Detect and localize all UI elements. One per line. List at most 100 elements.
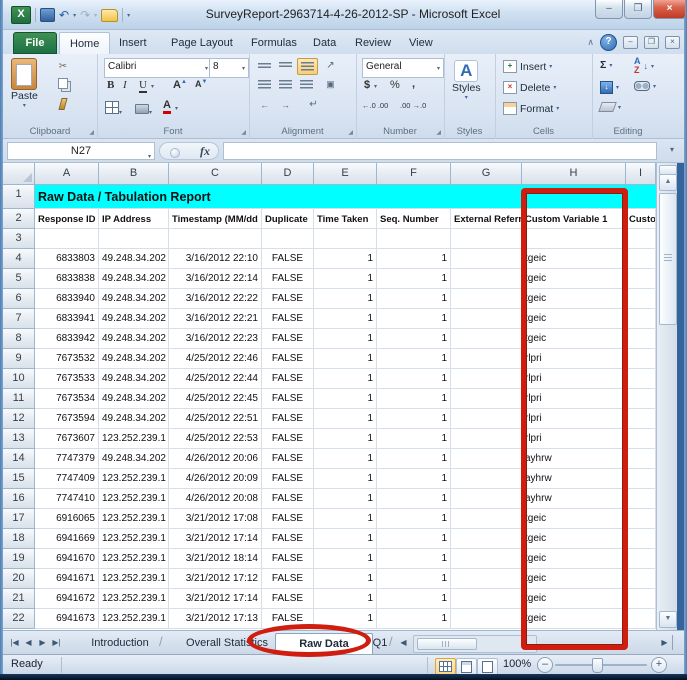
- cell-C13[interactable]: 4/25/2012 22:53: [169, 429, 262, 449]
- cell-G12[interactable]: [451, 409, 522, 429]
- row-header-22[interactable]: 22: [3, 609, 35, 629]
- workbook-restore-icon[interactable]: ❐: [644, 36, 659, 49]
- cell-E20[interactable]: 1: [314, 569, 377, 589]
- header-cell-I[interactable]: Custom V: [626, 209, 656, 229]
- tab-split-handle[interactable]: [672, 635, 681, 650]
- cell-F7[interactable]: 1: [377, 309, 451, 329]
- cell-C21[interactable]: 3/21/2012 17:14: [169, 589, 262, 609]
- cell-I16[interactable]: [626, 489, 656, 509]
- styles-button[interactable]: A Styles ▾: [452, 60, 481, 101]
- cell-G9[interactable]: [451, 349, 522, 369]
- cell-B20[interactable]: 123.252.239.1: [99, 569, 169, 589]
- row-header-20[interactable]: 20: [3, 569, 35, 589]
- header-cell-A[interactable]: Response ID: [35, 209, 99, 229]
- title-bar[interactable]: X ↶▾ ↷▾ ▾ SurveyReport-2963714-4-26-2012…: [3, 0, 684, 30]
- cell-C11[interactable]: 4/25/2012 22:45: [169, 389, 262, 409]
- format-painter-icon[interactable]: [55, 98, 71, 112]
- cell-B22[interactable]: 123.252.239.1: [99, 609, 169, 629]
- close-button[interactable]: ×: [653, 0, 686, 19]
- cell-E14[interactable]: 1: [314, 449, 377, 469]
- row-header-16[interactable]: 16: [3, 489, 35, 509]
- cell-H8[interactable]: tgeic: [522, 329, 626, 349]
- percent-icon[interactable]: %: [390, 79, 400, 91]
- horizontal-scroll-thumb[interactable]: [417, 638, 477, 650]
- cell-G17[interactable]: [451, 509, 522, 529]
- cell-C8[interactable]: 3/16/2012 22:23: [169, 329, 262, 349]
- align-top-icon[interactable]: [255, 58, 274, 73]
- cell-D17[interactable]: FALSE: [262, 509, 314, 529]
- cell-F21[interactable]: 1: [377, 589, 451, 609]
- cell-C3[interactable]: [169, 229, 262, 249]
- cell-E19[interactable]: 1: [314, 549, 377, 569]
- minimize-ribbon-icon[interactable]: ∧: [587, 37, 594, 48]
- align-middle-icon[interactable]: [276, 58, 295, 73]
- cell-C20[interactable]: 3/21/2012 17:12: [169, 569, 262, 589]
- cell-I10[interactable]: [626, 369, 656, 389]
- cell-A16[interactable]: 7747410: [35, 489, 99, 509]
- cell-H11[interactable]: rlpri: [522, 389, 626, 409]
- number-dialog-launcher-icon[interactable]: ◢: [436, 129, 441, 136]
- row-header-2[interactable]: 2: [3, 209, 35, 229]
- cell-H6[interactable]: tgeic: [522, 289, 626, 309]
- decrease-indent-icon[interactable]: ←: [255, 97, 274, 112]
- align-bottom-icon[interactable]: [297, 58, 318, 75]
- cell-A21[interactable]: 6941672: [35, 589, 99, 609]
- cell-E4[interactable]: 1: [314, 249, 377, 269]
- cell-C15[interactable]: 4/26/2012 20:09: [169, 469, 262, 489]
- cell-A11[interactable]: 7673534: [35, 389, 99, 409]
- cell-A7[interactable]: 6833941: [35, 309, 99, 329]
- cell-B11[interactable]: 49.248.34.202: [99, 389, 169, 409]
- cell-E17[interactable]: 1: [314, 509, 377, 529]
- zoom-out-icon[interactable]: –: [537, 657, 553, 673]
- cell-H15[interactable]: ayhrw: [522, 469, 626, 489]
- font-name-select[interactable]: ▾Calibri: [104, 58, 212, 78]
- cell-H16[interactable]: ayhrw: [522, 489, 626, 509]
- italic-button[interactable]: I: [123, 79, 127, 91]
- increase-decimal-icon[interactable]: ←.0 .00: [362, 101, 388, 110]
- row-header-11[interactable]: 11: [3, 389, 35, 409]
- cell-D14[interactable]: FALSE: [262, 449, 314, 469]
- first-sheet-icon[interactable]: |◀: [8, 635, 21, 650]
- cell-D6[interactable]: FALSE: [262, 289, 314, 309]
- cell-E7[interactable]: 1: [314, 309, 377, 329]
- redo-icon[interactable]: ↷: [80, 7, 90, 23]
- decrease-decimal-icon[interactable]: .00 →.0: [400, 101, 426, 110]
- column-header-G[interactable]: G: [451, 163, 522, 185]
- name-box[interactable]: N27▾: [7, 142, 155, 160]
- cell-F20[interactable]: 1: [377, 569, 451, 589]
- find-select-button[interactable]: ▾: [634, 81, 656, 91]
- header-cell-C[interactable]: Timestamp (MM/dd: [169, 209, 262, 229]
- help-icon[interactable]: ?: [600, 34, 617, 51]
- cell-H19[interactable]: tgeic: [522, 549, 626, 569]
- cell-I17[interactable]: [626, 509, 656, 529]
- cell-E18[interactable]: 1: [314, 529, 377, 549]
- cell-F15[interactable]: 1: [377, 469, 451, 489]
- cell-F19[interactable]: 1: [377, 549, 451, 569]
- cell-F5[interactable]: 1: [377, 269, 451, 289]
- cell-B7[interactable]: 49.248.34.202: [99, 309, 169, 329]
- delete-button[interactable]: ×Delete▾: [503, 81, 556, 94]
- cell-D10[interactable]: FALSE: [262, 369, 314, 389]
- cell-A19[interactable]: 6941670: [35, 549, 99, 569]
- cell-I11[interactable]: [626, 389, 656, 409]
- cell-C17[interactable]: 3/21/2012 17:08: [169, 509, 262, 529]
- cell-G22[interactable]: [451, 609, 522, 629]
- currency-icon[interactable]: $: [364, 79, 370, 91]
- align-center-icon[interactable]: [276, 77, 295, 92]
- cell-D18[interactable]: FALSE: [262, 529, 314, 549]
- cell-H10[interactable]: rlpri: [522, 369, 626, 389]
- paste-button[interactable]: Paste ▾: [11, 58, 38, 109]
- cell-B13[interactable]: 123.252.239.1: [99, 429, 169, 449]
- column-header-E[interactable]: E: [314, 163, 377, 185]
- font-color-button[interactable]: A: [163, 99, 171, 114]
- cell-E6[interactable]: 1: [314, 289, 377, 309]
- cell-A14[interactable]: 7747379: [35, 449, 99, 469]
- cell-A8[interactable]: 6833942: [35, 329, 99, 349]
- header-cell-B[interactable]: IP Address: [99, 209, 169, 229]
- redo-dropdown-icon[interactable]: ▾: [94, 12, 97, 19]
- cell-I20[interactable]: [626, 569, 656, 589]
- zoom-in-icon[interactable]: +: [651, 657, 667, 673]
- wrap-text-icon[interactable]: ↵: [304, 97, 323, 112]
- comma-icon[interactable]: ,: [412, 78, 415, 90]
- bold-button[interactable]: B: [107, 79, 114, 91]
